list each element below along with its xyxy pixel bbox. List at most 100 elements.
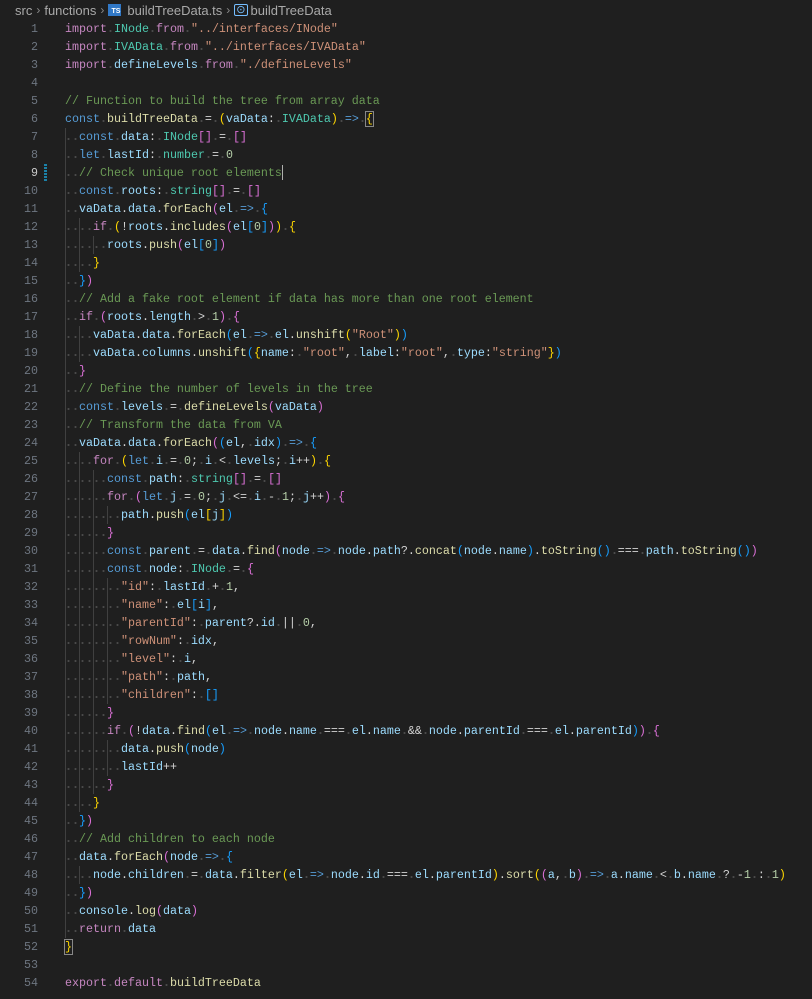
- code-row[interactable]: 10 const roots: string[] = []: [0, 182, 812, 200]
- code-line[interactable]: "path": path,: [65, 668, 212, 686]
- code-line[interactable]: // Check unique root elements: [65, 164, 283, 182]
- code-line[interactable]: return data: [65, 920, 156, 938]
- code-row[interactable]: 19 vaData.columns.unshift({name: "root",…: [0, 344, 812, 362]
- code-row[interactable]: 8 let lastId: number = 0: [0, 146, 812, 164]
- code-row[interactable]: 28 path.push(el[j]): [0, 506, 812, 524]
- code-line[interactable]: data.push(node): [65, 740, 226, 758]
- code-line[interactable]: node.children = data.filter(el => node.i…: [65, 866, 786, 884]
- code-line[interactable]: if (!data.find(el => node.name === el.na…: [65, 722, 660, 740]
- code-line[interactable]: const data: INode[] = []: [65, 128, 247, 146]
- code-line[interactable]: console.log(data): [65, 902, 198, 920]
- code-row[interactable]: 2 import IVAData from "../interfaces/IVAD…: [0, 38, 812, 56]
- code-row[interactable]: 44 }: [0, 794, 812, 812]
- code-row[interactable]: 41 data.push(node): [0, 740, 812, 758]
- code-line[interactable]: }: [65, 794, 100, 812]
- code-row[interactable]: 51 return data: [0, 920, 812, 938]
- code-row[interactable]: 46 // Add children to each node: [0, 830, 812, 848]
- code-line[interactable]: const buildTreeData = (vaData: IVAData) …: [65, 110, 374, 128]
- code-line[interactable]: "name": el[i],: [65, 596, 219, 614]
- code-line[interactable]: }): [65, 812, 93, 830]
- code-line[interactable]: path.push(el[j]): [65, 506, 233, 524]
- modified-line-indicator[interactable]: [44, 164, 47, 182]
- code-row[interactable]: 26 const path: string[] = []: [0, 470, 812, 488]
- code-row[interactable]: 11 vaData.data.forEach(el => {: [0, 200, 812, 218]
- code-line[interactable]: }: [65, 362, 86, 380]
- code-line[interactable]: const parent = data.find(node => node.pa…: [65, 542, 758, 560]
- code-row[interactable]: 30 const parent = data.find(node => node…: [0, 542, 812, 560]
- code-line[interactable]: }: [65, 776, 114, 794]
- code-line[interactable]: "rowNum": idx,: [65, 632, 219, 650]
- code-row[interactable]: 14 }: [0, 254, 812, 272]
- code-row[interactable]: 36 "level": i,: [0, 650, 812, 668]
- breadcrumb-symbol[interactable]: buildTreeData: [251, 3, 332, 18]
- code-line[interactable]: export default buildTreeData: [65, 974, 261, 992]
- code-editor[interactable]: 1 import INode from "../interfaces/INode"…: [0, 20, 812, 992]
- code-row[interactable]: 49 }): [0, 884, 812, 902]
- code-line[interactable]: }: [65, 254, 100, 272]
- code-row[interactable]: 54 export default buildTreeData: [0, 974, 812, 992]
- code-row[interactable]: 6 const buildTreeData = (vaData: IVAData)…: [0, 110, 812, 128]
- breadcrumb-functions[interactable]: functions: [44, 3, 96, 18]
- code-row[interactable]: 37 "path": path,: [0, 668, 812, 686]
- code-line[interactable]: // Add children to each node: [65, 830, 275, 848]
- code-row[interactable]: 29 }: [0, 524, 812, 542]
- code-line[interactable]: }: [64, 938, 73, 956]
- code-row[interactable]: 43 }: [0, 776, 812, 794]
- code-row[interactable]: 52}: [0, 938, 812, 956]
- code-row[interactable]: 53: [0, 956, 812, 974]
- code-row[interactable]: 45 }): [0, 812, 812, 830]
- code-row[interactable]: 31 const node: INode = {: [0, 560, 812, 578]
- code-line[interactable]: const node: INode = {: [65, 560, 254, 578]
- code-row[interactable]: 21 // Define the number of levels in the…: [0, 380, 812, 398]
- code-line[interactable]: // Transform the data from VA: [65, 416, 282, 434]
- code-line[interactable]: const path: string[] = []: [65, 470, 282, 488]
- code-row[interactable]: 39 }: [0, 704, 812, 722]
- code-row[interactable]: 34 "parentId": parent?.id || 0,: [0, 614, 812, 632]
- code-row[interactable]: 7 const data: INode[] = []: [0, 128, 812, 146]
- code-row[interactable]: 27 for (let j = 0; j <= i - 1; j++) {: [0, 488, 812, 506]
- code-row[interactable]: 24 vaData.data.forEach((el, idx) => {: [0, 434, 812, 452]
- code-line[interactable]: data.forEach(node => {: [65, 848, 233, 866]
- code-line[interactable]: vaData.data.forEach(el => el.unshift("Ro…: [65, 326, 408, 344]
- code-line[interactable]: }: [65, 704, 114, 722]
- code-line[interactable]: lastId++: [65, 758, 177, 776]
- code-row[interactable]: 3 import defineLevels from "./defineLevel…: [0, 56, 812, 74]
- code-line[interactable]: "children": []: [65, 686, 219, 704]
- code-line[interactable]: const levels = defineLevels(vaData): [65, 398, 324, 416]
- code-line[interactable]: vaData.data.forEach((el, idx) => {: [65, 434, 317, 452]
- code-line[interactable]: import defineLevels from "./defineLevels…: [65, 56, 352, 74]
- code-line[interactable]: roots.push(el[0]): [65, 236, 226, 254]
- breadcrumb-file[interactable]: buildTreeData.ts: [127, 3, 222, 18]
- code-line[interactable]: // Define the number of levels in the tr…: [65, 380, 373, 398]
- code-row[interactable]: 17 if (roots.length > 1) {: [0, 308, 812, 326]
- code-line[interactable]: import INode from "../interfaces/INode": [65, 20, 338, 38]
- code-line[interactable]: vaData.data.forEach(el => {: [65, 200, 268, 218]
- code-line[interactable]: for (let i = 0; i < levels; i++) {: [65, 452, 331, 470]
- code-row[interactable]: 22 const levels = defineLevels(vaData): [0, 398, 812, 416]
- code-row[interactable]: 16 // Add a fake root element if data ha…: [0, 290, 812, 308]
- code-row[interactable]: 32 "id": lastId + 1,: [0, 578, 812, 596]
- code-line[interactable]: if (!roots.includes(el[0])) {: [65, 218, 296, 236]
- code-line[interactable]: // Function to build the tree from array…: [65, 92, 380, 110]
- breadcrumb-src[interactable]: src: [15, 3, 32, 18]
- code-line[interactable]: let lastId: number = 0: [65, 146, 233, 164]
- code-row[interactable]: 1 import INode from "../interfaces/INode": [0, 20, 812, 38]
- code-row[interactable]: 5 // Function to build the tree from arra…: [0, 92, 812, 110]
- code-line[interactable]: if (roots.length > 1) {: [65, 308, 240, 326]
- code-row[interactable]: 48 node.children = data.filter(el => nod…: [0, 866, 812, 884]
- code-row[interactable]: 50 console.log(data): [0, 902, 812, 920]
- code-line[interactable]: }: [65, 524, 114, 542]
- code-line[interactable]: "parentId": parent?.id || 0,: [65, 614, 317, 632]
- code-line[interactable]: }): [65, 272, 93, 290]
- code-line[interactable]: "level": i,: [65, 650, 198, 668]
- code-row[interactable]: 13 roots.push(el[0]): [0, 236, 812, 254]
- code-row[interactable]: 42 lastId++: [0, 758, 812, 776]
- code-line[interactable]: const roots: string[] = []: [65, 182, 261, 200]
- code-row[interactable]: 33 "name": el[i],: [0, 596, 812, 614]
- code-row[interactable]: 47 data.forEach(node => {: [0, 848, 812, 866]
- code-row[interactable]: 18 vaData.data.forEach(el => el.unshift(…: [0, 326, 812, 344]
- code-row[interactable]: 23 // Transform the data from VA: [0, 416, 812, 434]
- code-line[interactable]: // Add a fake root element if data has m…: [65, 290, 534, 308]
- code-row[interactable]: 25 for (let i = 0; i < levels; i++) {: [0, 452, 812, 470]
- code-row[interactable]: 4: [0, 74, 812, 92]
